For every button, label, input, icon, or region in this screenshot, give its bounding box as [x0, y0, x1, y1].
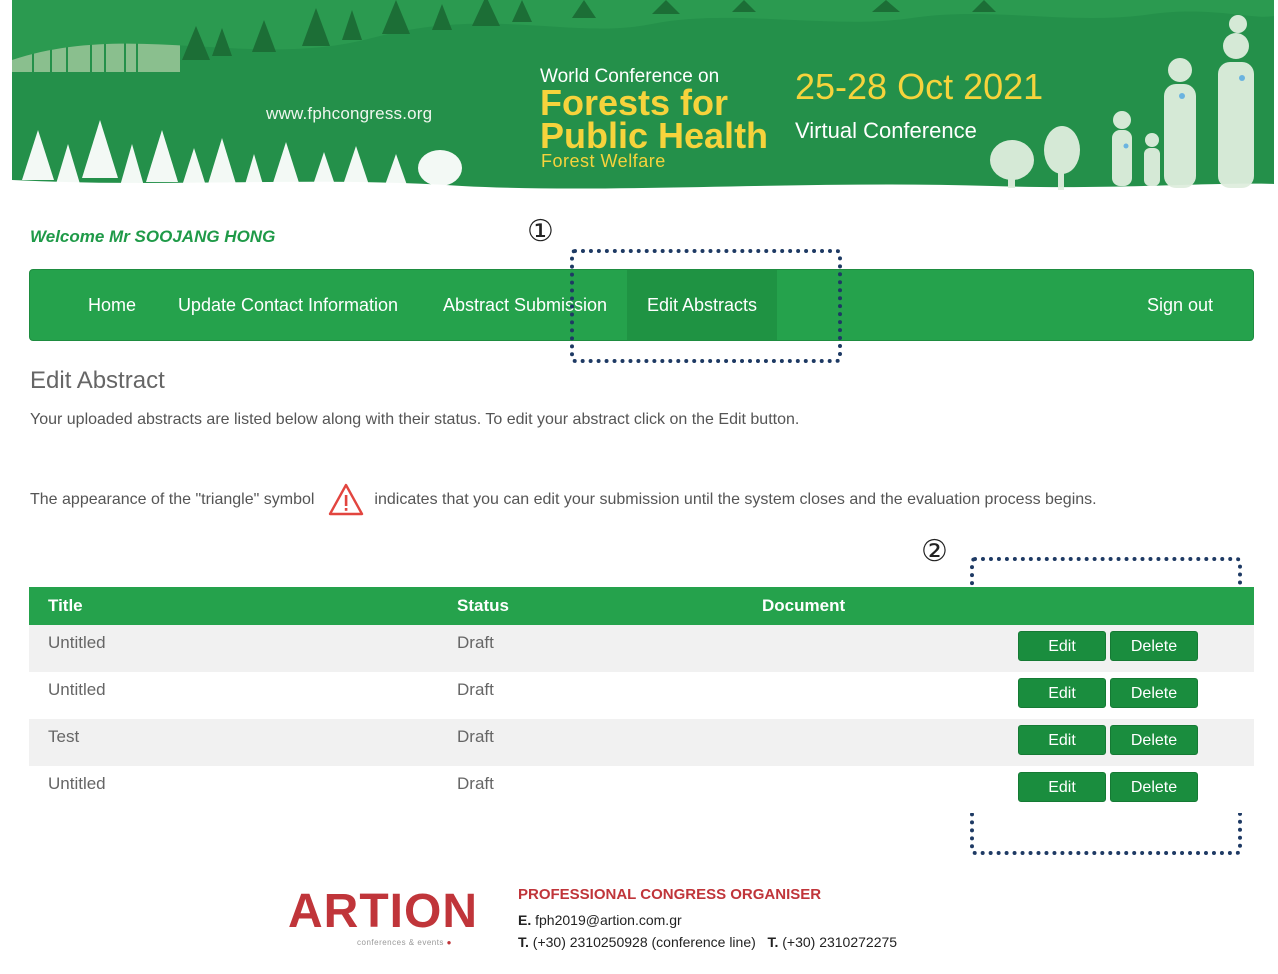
nav-update-contact-information[interactable]: Update Contact Information [168, 270, 408, 340]
cell-document [743, 766, 953, 813]
annotation-number-two: ② [921, 534, 948, 569]
main-navbar: Home Update Contact Information Abstract… [29, 269, 1254, 341]
table-row: Test Draft Edit Delete [29, 719, 1254, 766]
cell-document [743, 719, 953, 766]
cell-status: Draft [438, 672, 743, 719]
cell-actions: Edit Delete [953, 766, 1254, 813]
conference-subtitle: Forest Welfare [541, 151, 666, 171]
annotation-number-one: ① [527, 214, 554, 249]
conference-date: 25-28 Oct 2021 [795, 66, 1044, 107]
artion-logo: ARTION [288, 885, 478, 938]
cell-actions: Edit Delete [953, 719, 1254, 766]
warning-triangle-icon [328, 482, 364, 518]
contact-phone-line: T. (+30) 2310250928 (conference line) T.… [518, 934, 897, 950]
cell-title: Untitled [29, 766, 438, 813]
cell-document [743, 625, 953, 672]
edit-button[interactable]: Edit [1018, 631, 1106, 661]
contact-email-line: E. fph2019@artion.com.gr [518, 912, 682, 928]
phone-label-2: T. [767, 934, 779, 950]
cell-status: Draft [438, 719, 743, 766]
edit-button[interactable]: Edit [1018, 725, 1106, 755]
welcome-message: Welcome Mr SOOJANG HONG [30, 227, 276, 246]
cell-actions: Edit Delete [953, 625, 1254, 672]
cell-actions: Edit Delete [953, 672, 1254, 719]
cell-document [743, 672, 953, 719]
phone-label: T. [518, 934, 529, 950]
column-header-title: Title [29, 587, 438, 625]
delete-button[interactable]: Delete [1110, 725, 1198, 755]
column-header-document: Document [743, 587, 953, 625]
site-url: www.fphcongress.org [266, 104, 433, 123]
nav-abstract-submission[interactable]: Abstract Submission [430, 270, 620, 340]
page-title: Edit Abstract [30, 367, 165, 394]
conference-mode: Virtual Conference [795, 118, 977, 143]
email-label: E. [518, 912, 532, 928]
column-header-actions [953, 587, 1254, 625]
organiser-role: PROFESSIONAL CONGRESS ORGANISER [518, 886, 822, 903]
triangle-note-after: indicates that you can edit your submiss… [374, 491, 1097, 508]
contact-phone-conference: (+30) 2310250928 (conference line) [532, 934, 756, 950]
table-row: Untitled Draft Edit Delete [29, 766, 1254, 813]
cell-status: Draft [438, 766, 743, 813]
table-header-row: Title Status Document [29, 587, 1254, 625]
cell-status: Draft [438, 625, 743, 672]
triangle-note: The appearance of the "triangle" symbol … [30, 478, 1097, 522]
intro-text: Your uploaded abstracts are listed below… [30, 411, 800, 428]
nav-edit-abstracts[interactable]: Edit Abstracts [627, 270, 777, 340]
triangle-note-before: The appearance of the "triangle" symbol [30, 491, 315, 508]
conference-banner: www.fphcongress.org World Conference on … [12, 0, 1274, 196]
table-row: Untitled Draft Edit Delete [29, 672, 1254, 719]
delete-button[interactable]: Delete [1110, 678, 1198, 708]
nav-sign-out[interactable]: Sign out [1128, 270, 1232, 340]
nav-home[interactable]: Home [72, 270, 152, 340]
column-header-status: Status [438, 587, 743, 625]
abstracts-table: Title Status Document Untitled Draft Edi… [29, 587, 1254, 813]
delete-button[interactable]: Delete [1110, 772, 1198, 802]
conference-title: Forests for Public Health [540, 82, 769, 156]
contact-phone-office: (+30) 2310272275 [782, 934, 898, 950]
cell-title: Untitled [29, 672, 438, 719]
artion-tagline: conferences & events ● [357, 938, 452, 947]
tagline-dot-icon: ● [446, 938, 453, 947]
artion-tagline-text: conferences & events [357, 938, 444, 947]
contact-email[interactable]: fph2019@artion.com.gr [535, 912, 682, 928]
delete-button[interactable]: Delete [1110, 631, 1198, 661]
cell-title: Test [29, 719, 438, 766]
edit-button[interactable]: Edit [1018, 678, 1106, 708]
cell-title: Untitled [29, 625, 438, 672]
edit-button[interactable]: Edit [1018, 772, 1106, 802]
table-row: Untitled Draft Edit Delete [29, 625, 1254, 672]
